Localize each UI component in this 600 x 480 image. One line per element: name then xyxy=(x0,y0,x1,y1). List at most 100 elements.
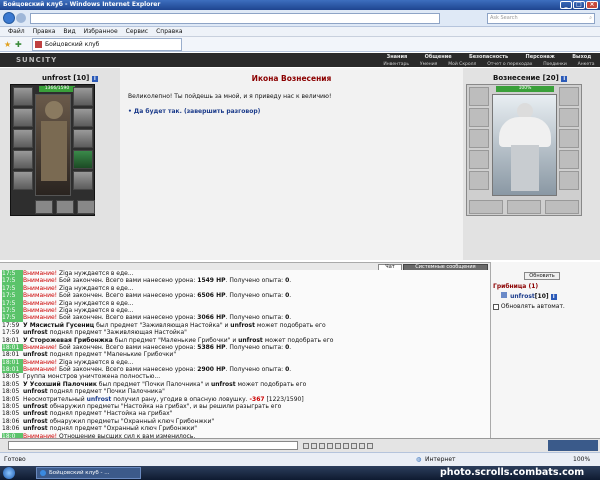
chat-timestamp[interactable]: 18:05 xyxy=(2,381,23,388)
chat-timestamp[interactable]: 17:59 xyxy=(2,322,23,329)
start-button[interactable] xyxy=(3,467,15,479)
belt-item-slot[interactable] xyxy=(77,200,95,214)
auto-refresh-checkbox[interactable] xyxy=(493,303,499,310)
warning-label: Внимание! xyxy=(23,270,58,277)
search-icon[interactable]: ⌕ xyxy=(589,14,592,23)
sub-battles[interactable]: Поединки xyxy=(543,62,567,67)
chat-line: 17:5 Внимание! Ziga нуждается в еде... xyxy=(0,270,490,278)
chat-text: может подобрать его xyxy=(254,321,326,329)
taskbar-item-browser[interactable]: Бойцовский клуб - ... xyxy=(36,467,141,479)
dialog-panel: Икона Вознесения Великолепно! Ты пойдешь… xyxy=(120,68,463,260)
sub-transitions[interactable]: Отчет о переходах xyxy=(487,62,532,67)
chat-player-link[interactable]: unfrost xyxy=(87,396,112,403)
chat-timestamp[interactable]: 18:06 xyxy=(2,425,23,432)
menu-communication[interactable]: Общение xyxy=(425,54,452,60)
color-icon[interactable] xyxy=(335,443,341,449)
smile-icon[interactable] xyxy=(319,443,325,449)
chat-timestamp[interactable]: 18:01 xyxy=(2,343,23,352)
chat-timestamp[interactable]: 17:5 xyxy=(2,314,23,322)
chat-timestamp[interactable]: 18:01 xyxy=(2,337,23,344)
close-button[interactable]: × xyxy=(586,1,598,9)
npc-offhand-slot xyxy=(559,129,579,148)
location-player-name[interactable]: unfrost xyxy=(510,293,535,300)
earring-slot[interactable] xyxy=(73,87,93,106)
chat-timestamp[interactable]: 17:5 xyxy=(2,284,23,293)
player-info-icon[interactable]: i xyxy=(550,294,557,300)
zoom-level[interactable]: 100% xyxy=(573,456,590,463)
info-icon[interactable]: i xyxy=(91,76,98,82)
minimize-button[interactable]: _ xyxy=(560,1,572,9)
chat-timestamp[interactable]: 18:05 xyxy=(2,410,23,417)
sub-scroll[interactable]: Мой Скролл xyxy=(448,62,476,67)
dialog-link-finish[interactable]: • Да будет так. (завершить разговор) xyxy=(128,108,260,115)
settings-icon[interactable] xyxy=(367,443,373,449)
filter-icon[interactable] xyxy=(327,443,333,449)
gloves-slot[interactable] xyxy=(73,150,93,169)
ring-slot[interactable] xyxy=(73,108,93,127)
chat-timestamp[interactable]: 17:5 xyxy=(2,299,23,307)
menu-file[interactable]: Файл xyxy=(8,28,25,35)
menu-favorites[interactable]: Избранное xyxy=(84,28,118,35)
private-icon[interactable] xyxy=(359,443,365,449)
address-field[interactable] xyxy=(30,13,440,24)
menu-exit[interactable]: Выход xyxy=(572,54,591,60)
sound-icon[interactable] xyxy=(351,443,357,449)
maximize-button[interactable]: □ xyxy=(573,1,585,9)
back-button[interactable] xyxy=(3,12,15,24)
sub-profile[interactable]: Анкета xyxy=(578,62,595,67)
status-text: Готово xyxy=(4,456,26,463)
chat-timestamp[interactable]: 18:01 xyxy=(2,351,23,358)
chat-timestamp[interactable]: 17:59 xyxy=(2,329,23,336)
menu-knowledge[interactable]: Знания xyxy=(387,54,408,60)
armor-slot[interactable] xyxy=(13,150,33,169)
menu-help[interactable]: Справка xyxy=(156,28,182,35)
npc-info-icon[interactable]: i xyxy=(561,76,568,82)
offhand-slot[interactable] xyxy=(73,129,93,148)
chat-timestamp[interactable]: 18:01 xyxy=(2,366,23,374)
menu-edit[interactable]: Правка xyxy=(33,28,56,35)
player-name[interactable]: unfrost xyxy=(42,74,71,82)
npc-earring-slot xyxy=(559,87,579,106)
belt-slot[interactable] xyxy=(13,171,33,190)
chat-timestamp[interactable]: 18:05 xyxy=(2,403,23,410)
chat-timestamp[interactable]: 17:5 xyxy=(2,306,23,315)
forward-button[interactable] xyxy=(16,13,26,23)
chat-line: 18:05 У Усохший Палочник был предмет "Поч… xyxy=(0,381,490,388)
npc-boots-slot xyxy=(559,171,579,190)
watermark: photo.scrolls.combats.com xyxy=(440,467,585,478)
chat-timestamp[interactable]: 17:5 xyxy=(2,277,23,285)
npc-name[interactable]: Вознесение xyxy=(493,74,540,82)
npc-belt-slot xyxy=(469,171,489,190)
chat-timestamp[interactable]: 17:5 xyxy=(2,292,23,300)
search-input[interactable]: Ask Search ⌕ xyxy=(487,13,595,24)
clear-icon[interactable] xyxy=(311,443,317,449)
translit-icon[interactable] xyxy=(343,443,349,449)
helmet-slot[interactable] xyxy=(13,87,33,106)
sub-skills[interactable]: Умения xyxy=(420,62,437,67)
refresh-button[interactable]: Обновить xyxy=(524,272,560,280)
menu-view[interactable]: Вид xyxy=(63,28,75,35)
weapon-slot[interactable] xyxy=(13,129,33,148)
chat-timestamp[interactable]: 18:06 xyxy=(2,418,23,425)
chat-timestamp[interactable]: 17:5 xyxy=(2,270,23,278)
chat-timestamp[interactable]: 18:01 xyxy=(2,358,23,367)
chat-timestamp[interactable]: 18:05 xyxy=(2,388,23,395)
menu-security[interactable]: Безопасность xyxy=(469,54,508,60)
location-panel: Обновить Грибница (1) unfrost[10] i Обно… xyxy=(490,262,600,438)
browser-tab[interactable]: Бойцовский клуб xyxy=(32,38,182,51)
send-icon[interactable] xyxy=(303,443,309,449)
chat-input[interactable] xyxy=(8,441,298,450)
pocket-slot[interactable] xyxy=(56,200,74,214)
star-icon[interactable]: ★ xyxy=(4,40,11,49)
bag-slot[interactable] xyxy=(35,200,53,214)
chat-line: 18:06 unfrost обнаружил предметы "Охранны… xyxy=(0,418,490,425)
chat-timestamp[interactable]: 18:05 xyxy=(2,396,23,403)
menu-character[interactable]: Персонаж xyxy=(526,54,555,60)
chat-text: Бой закончен. Всего вами нанесено урона: xyxy=(57,292,198,300)
menu-tools[interactable]: Сервис xyxy=(126,28,148,35)
sub-inventory[interactable]: Инвентарь xyxy=(383,62,409,67)
add-favorite-icon[interactable]: ✚ xyxy=(15,40,22,49)
boots-slot[interactable] xyxy=(73,171,93,190)
chat-timestamp[interactable]: 18:05 xyxy=(2,373,23,380)
amulet-slot[interactable] xyxy=(13,108,33,127)
